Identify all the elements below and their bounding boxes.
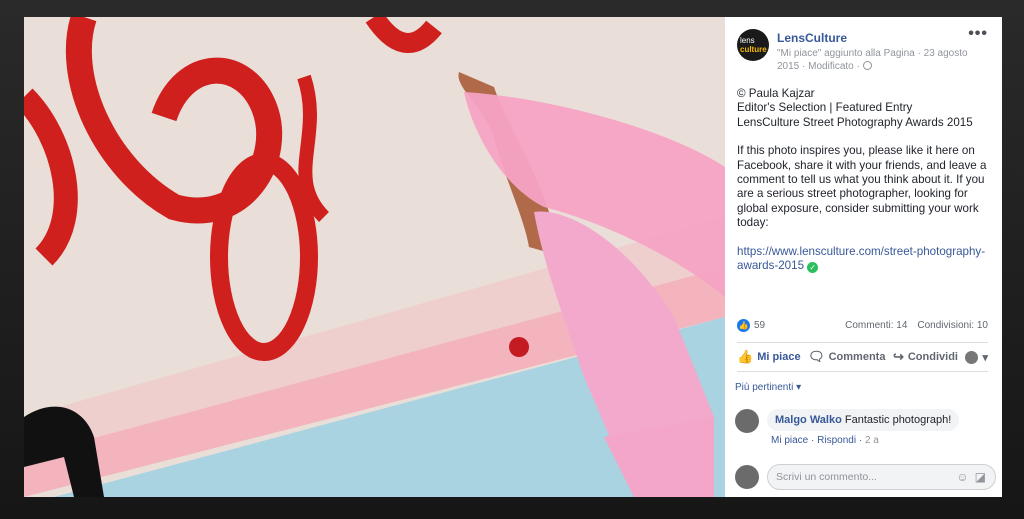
activity-text: "Mi piace" aggiunto alla Pagina — [777, 48, 915, 59]
credit-text: © Paula Kajzar — [737, 87, 815, 100]
page-name-link[interactable]: LensCulture — [777, 31, 990, 45]
message-text: If this photo inspires you, please like … — [737, 144, 987, 230]
comment-content: Malgo Walko Fantastic photograph! Mi pia… — [767, 409, 960, 446]
comment-filter-label: Più pertinenti — [735, 382, 794, 393]
chevron-down-icon: ▾ — [796, 382, 802, 393]
more-icon[interactable]: ••• — [968, 25, 988, 43]
reaction-counts: 👍 59 Commenti: 14 Condivisioni: 10 — [737, 319, 988, 332]
post-meta: "Mi piace" aggiunto alla Pagina · 23 ago… — [777, 48, 968, 72]
comment-item: Malgo Walko Fantastic photograph! Mi pia… — [735, 409, 992, 446]
page-avatar[interactable]: lens culture — [737, 29, 769, 61]
edited-label[interactable]: Modificato — [808, 61, 854, 72]
like-button-label: Mi piace — [757, 351, 801, 363]
comment-author[interactable]: Malgo Walko — [775, 414, 842, 426]
comment-icon: 🗨 — [808, 349, 825, 364]
comment-bubble: Malgo Walko Fantastic photograph! — [767, 409, 960, 431]
comment-like-link[interactable]: Mi piace — [771, 435, 808, 446]
photo-lightbox: lens culture LensCulture "Mi piace" aggi… — [24, 17, 1002, 497]
composer-icons: ☺ ◪ — [956, 470, 986, 484]
comment-count[interactable]: Commenti: 14 — [845, 320, 907, 331]
photo[interactable] — [24, 17, 725, 497]
comment-composer: ☺ ◪ — [735, 464, 996, 490]
audience-selector[interactable]: ▾ — [965, 350, 988, 364]
comment-meta: Mi piace · Rispondi · 2 a — [771, 435, 879, 446]
post-body: © Paula Kajzar Editor's Selection | Feat… — [725, 77, 1002, 274]
share-icon: ↪ — [892, 349, 904, 364]
avatar — [965, 350, 979, 364]
avatar[interactable] — [735, 409, 759, 433]
comment-age[interactable]: 2 a — [865, 435, 879, 446]
selection-text: Editor's Selection | Featured Entry — [737, 101, 913, 115]
street-photo-image — [24, 17, 725, 497]
chevron-down-icon: ▾ — [982, 351, 988, 364]
emoji-icon[interactable]: ☺ — [956, 470, 968, 484]
comment-button[interactable]: 🗨 Commenta — [808, 349, 885, 365]
comment-button-label: Commenta — [828, 351, 886, 363]
action-bar: 👍 Mi piace 🗨 Commenta ↪ Condividi ▾ — [737, 342, 988, 372]
comment-filter[interactable]: Più pertinenti ▾ — [735, 382, 801, 393]
sticker-icon[interactable]: ◪ — [975, 470, 986, 484]
like-count[interactable]: 59 — [754, 320, 765, 331]
like-button[interactable]: 👍 Mi piace — [737, 349, 801, 365]
share-button[interactable]: ↪ Condividi — [893, 349, 958, 365]
comment-reply-link[interactable]: Rispondi — [817, 435, 856, 446]
share-count[interactable]: Condivisioni: 10 — [917, 320, 988, 331]
like-thumb-icon: 👍 — [737, 349, 754, 364]
globe-icon — [862, 61, 872, 70]
post-sidebar: lens culture LensCulture "Mi piace" aggi… — [725, 17, 1002, 497]
post-header: lens culture LensCulture "Mi piace" aggi… — [725, 17, 1002, 77]
header-text: LensCulture "Mi piace" aggiunto alla Pag… — [777, 29, 990, 77]
verified-check-icon: ✓ — [807, 262, 819, 274]
avatar-text-line1: lens — [740, 36, 755, 45]
avatar-text-line2: culture — [740, 45, 767, 54]
award-text: LensCulture Street Photography Awards 20… — [737, 115, 973, 129]
comment-text: Fantastic photograph! — [844, 414, 952, 426]
share-button-label: Condividi — [907, 351, 958, 363]
like-thumb-icon: 👍 — [737, 319, 750, 332]
awards-link[interactable]: https://www.lensculture.com/street-photo… — [737, 245, 985, 272]
avatar — [735, 465, 759, 489]
